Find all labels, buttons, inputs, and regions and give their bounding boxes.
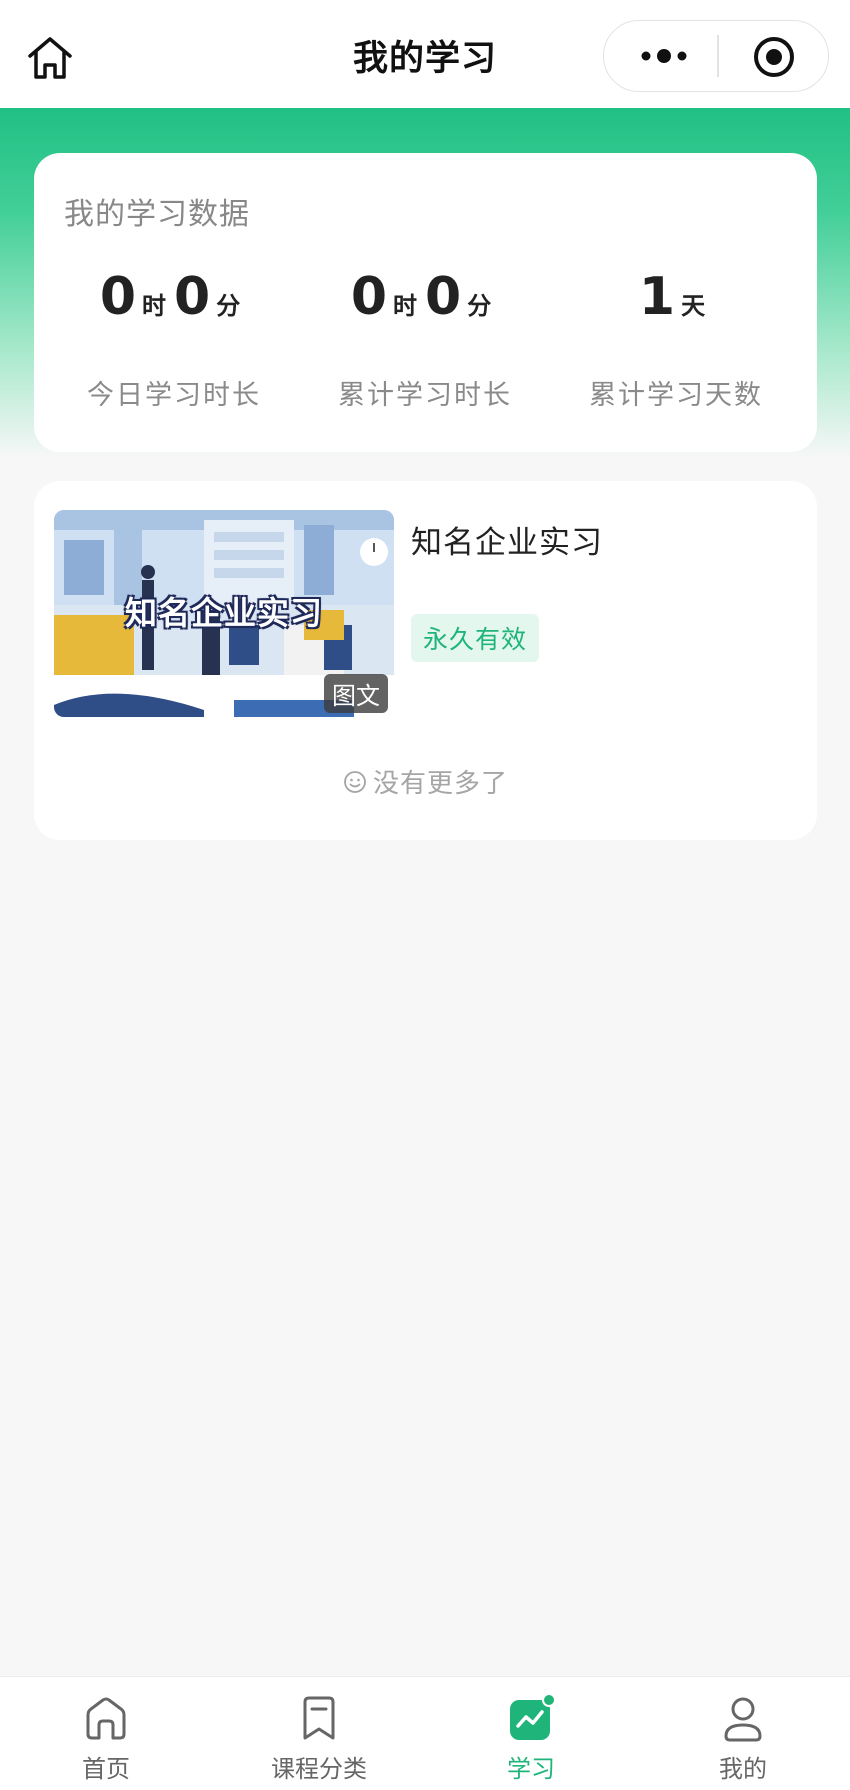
home-tab-icon — [86, 1697, 126, 1740]
tab-learning[interactable]: 学习 — [425, 1677, 637, 1790]
course-title[interactable]: 知名企业实习 — [411, 517, 603, 562]
stat-minutes-unit: 分 — [216, 292, 241, 320]
validity-badge: 永久有效 — [411, 614, 540, 662]
tab-label: 我的 — [719, 1755, 767, 1783]
smile-icon — [344, 770, 366, 793]
tab-label: 首页 — [82, 1755, 130, 1783]
course-thumbnail[interactable]: 知名企业实习 图文 — [54, 510, 394, 717]
stat-minutes-value: 0 — [174, 267, 211, 327]
circle-target-icon[interactable] — [752, 35, 796, 79]
stats-card-title: 我的学习数据 — [64, 197, 250, 232]
tab-label: 课程分类 — [271, 1755, 367, 1783]
stat-label: 今日学习时长 — [87, 380, 261, 411]
content-type-badge: 图文 — [324, 674, 388, 713]
bottom-tab-bar: 首页 课程分类 学习 我的 — [0, 1676, 850, 1790]
stat-hours-value: 0 — [350, 267, 387, 327]
bookmark-tab-icon — [303, 1696, 335, 1740]
more-dots-icon[interactable] — [634, 41, 694, 71]
course-list-card: 知名企业实习 图文 知名企业实习 永久有效 没有更多了 — [34, 481, 817, 840]
stat-days-value: 1 — [638, 267, 676, 327]
stat-label: 累计学习天数 — [589, 380, 763, 411]
no-more-hint: 没有更多了 — [34, 763, 817, 800]
navigation-bar: 我的学习 — [0, 0, 850, 108]
user-tab-icon — [724, 1697, 762, 1742]
tab-course-category[interactable]: 课程分类 — [213, 1677, 425, 1790]
stat-minutes-value: 0 — [425, 267, 462, 327]
no-more-text: 没有更多了 — [372, 769, 508, 799]
tab-label: 学习 — [507, 1755, 555, 1783]
stat-hours-unit: 时 — [142, 292, 166, 320]
thumbnail-title: 知名企业实习 — [124, 594, 323, 632]
tab-mine[interactable]: 我的 — [637, 1677, 849, 1790]
stat-minutes-unit: 分 — [467, 292, 492, 320]
stat-total-duration: 0时0分 累计学习时长 — [305, 271, 545, 412]
stat-total-days: 1天 累计学习天数 — [556, 271, 796, 412]
stat-today-duration: 0时0分 今日学习时长 — [54, 271, 294, 412]
stat-days-unit: 天 — [681, 292, 706, 320]
mini-program-capsule — [603, 20, 829, 92]
learning-chart-icon — [510, 1693, 556, 1740]
stat-hours-value: 0 — [99, 267, 136, 327]
stat-label: 累计学习时长 — [338, 380, 512, 411]
capsule-divider — [717, 35, 719, 77]
learning-stats-card: 我的学习数据 0时0分 今日学习时长 0时0分 累计学习时长 1天 累计学习天数 — [34, 153, 817, 452]
stat-hours-unit: 时 — [393, 292, 417, 320]
tab-home[interactable]: 首页 — [0, 1677, 212, 1790]
